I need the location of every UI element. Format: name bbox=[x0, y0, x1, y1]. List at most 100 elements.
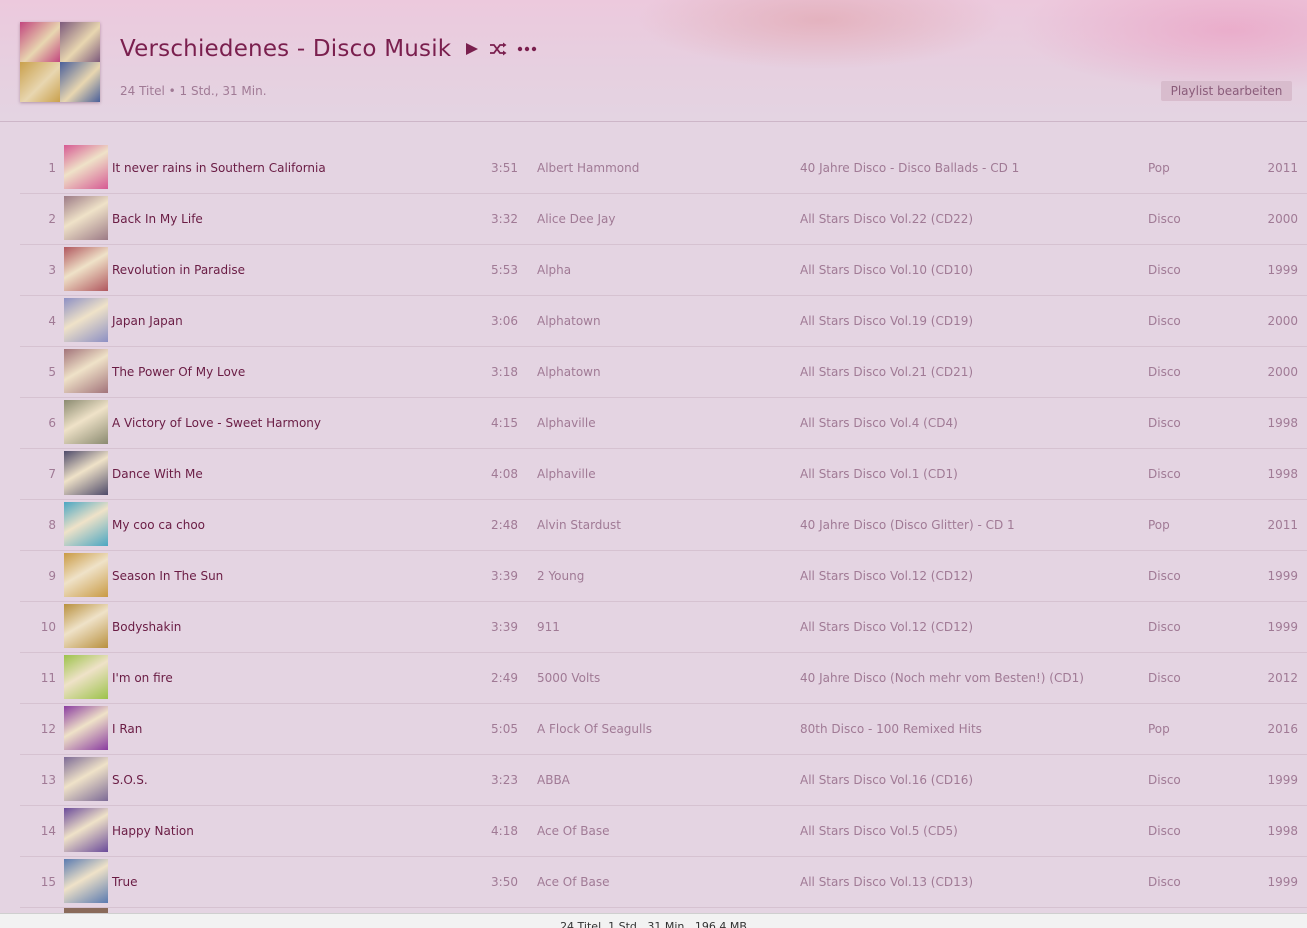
more-icon[interactable] bbox=[517, 46, 537, 52]
track-duration: 3:06 bbox=[491, 314, 518, 328]
track-album[interactable]: 80th Disco - 100 Remixed Hits bbox=[800, 722, 982, 736]
track-artist[interactable]: Alphaville bbox=[537, 467, 596, 481]
track-title[interactable]: I Ran bbox=[112, 722, 142, 736]
album-art-thumbnail bbox=[64, 247, 108, 291]
table-row[interactable]: 6 A Victory of Love - Sweet Harmony 4:15 Al… bbox=[20, 398, 1307, 449]
track-duration: 2:49 bbox=[491, 671, 518, 685]
table-row[interactable]: 14 Happy Nation 4:18 Ace Of Base All Stars D… bbox=[20, 806, 1307, 857]
table-row[interactable]: 5 The Power Of My Love 3:18 Alphatown All St… bbox=[20, 347, 1307, 398]
track-album[interactable]: All Stars Disco Vol.12 (CD12) bbox=[800, 620, 973, 634]
track-number: 12 bbox=[40, 722, 56, 736]
table-row[interactable]: 2 Back In My Life 3:32 Alice Dee Jay All Sta… bbox=[20, 194, 1307, 245]
table-row[interactable]: 10 Bodyshakin 3:39 911 All Stars Disco Vol.1… bbox=[20, 602, 1307, 653]
track-artist[interactable]: Alphatown bbox=[537, 365, 601, 379]
track-artist[interactable]: ABBA bbox=[537, 773, 570, 787]
album-art-thumbnail bbox=[64, 706, 108, 750]
track-artist[interactable]: 5000 Volts bbox=[537, 671, 600, 685]
track-year: 1999 bbox=[1267, 773, 1298, 787]
track-genre: Disco bbox=[1148, 467, 1181, 481]
table-row[interactable]: 1 It never rains in Southern California 3:… bbox=[20, 143, 1307, 194]
track-album[interactable]: 40 Jahre Disco (Disco Glitter) - CD 1 bbox=[800, 518, 1015, 532]
track-artist[interactable]: Alphatown bbox=[537, 314, 601, 328]
table-row[interactable]: 7 Dance With Me 4:08 Alphaville All Stars Di… bbox=[20, 449, 1307, 500]
track-title[interactable]: It never rains in Southern California bbox=[112, 161, 326, 175]
track-album[interactable]: 40 Jahre Disco (Noch mehr vom Besten!) (… bbox=[800, 671, 1084, 685]
track-genre: Pop bbox=[1148, 722, 1170, 736]
track-duration: 3:39 bbox=[491, 569, 518, 583]
track-genre: Pop bbox=[1148, 161, 1170, 175]
track-genre: Disco bbox=[1148, 263, 1181, 277]
table-row[interactable]: 12 I Ran 5:05 A Flock Of Seagulls 80th Disco… bbox=[20, 704, 1307, 755]
track-number: 2 bbox=[48, 212, 56, 226]
track-duration: 3:23 bbox=[491, 773, 518, 787]
track-duration: 5:53 bbox=[491, 263, 518, 277]
album-art-thumbnail bbox=[64, 502, 108, 546]
track-duration: 3:51 bbox=[491, 161, 518, 175]
track-title[interactable]: A Victory of Love - Sweet Harmony bbox=[112, 416, 321, 430]
track-album[interactable]: All Stars Disco Vol.13 (CD13) bbox=[800, 875, 973, 889]
track-number: 11 bbox=[40, 671, 56, 685]
track-number: 3 bbox=[48, 263, 56, 277]
track-title[interactable]: Happy Nation bbox=[112, 824, 194, 838]
table-row[interactable]: 11 I'm on fire 2:49 5000 Volts 40 Jahre Disc… bbox=[20, 653, 1307, 704]
status-bar: 24 Titel, 1 Std., 31 Min., 196,4 MB bbox=[0, 913, 1307, 928]
track-artist[interactable]: 911 bbox=[537, 620, 560, 634]
track-year: 1999 bbox=[1267, 569, 1298, 583]
track-number: 10 bbox=[40, 620, 56, 634]
track-artist[interactable]: Alphaville bbox=[537, 416, 596, 430]
album-art-thumbnail bbox=[64, 604, 108, 648]
track-album[interactable]: All Stars Disco Vol.16 (CD16) bbox=[800, 773, 973, 787]
album-art-thumbnail bbox=[64, 298, 108, 342]
track-genre: Disco bbox=[1148, 569, 1181, 583]
track-genre: Disco bbox=[1148, 212, 1181, 226]
track-artist[interactable]: Ace Of Base bbox=[537, 875, 610, 889]
track-artist[interactable]: Alice Dee Jay bbox=[537, 212, 616, 226]
album-art-thumbnail bbox=[64, 859, 108, 903]
track-album[interactable]: All Stars Disco Vol.22 (CD22) bbox=[800, 212, 973, 226]
play-icon[interactable] bbox=[465, 42, 479, 56]
table-row[interactable]: 9 Season In The Sun 3:39 2 Young All Stars D… bbox=[20, 551, 1307, 602]
table-row[interactable]: 13 S.O.S. 3:23 ABBA All Stars Disco Vol.16 (… bbox=[20, 755, 1307, 806]
track-year: 1999 bbox=[1267, 875, 1298, 889]
table-row[interactable]: 3 Revolution in Paradise 5:53 Alpha All Star… bbox=[20, 245, 1307, 296]
album-art-thumbnail bbox=[64, 349, 108, 393]
track-number: 14 bbox=[40, 824, 56, 838]
track-album[interactable]: All Stars Disco Vol.19 (CD19) bbox=[800, 314, 973, 328]
track-artist[interactable]: Alvin Stardust bbox=[537, 518, 621, 532]
table-row[interactable]: 8 My coo ca choo 2:48 Alvin Stardust 40 Jahr… bbox=[20, 500, 1307, 551]
table-row[interactable]: 15 True 3:50 Ace Of Base All Stars Disco Vol… bbox=[20, 857, 1307, 908]
track-title[interactable]: Dance With Me bbox=[112, 467, 203, 481]
track-album[interactable]: 40 Jahre Disco - Disco Ballads - CD 1 bbox=[800, 161, 1019, 175]
track-album[interactable]: All Stars Disco Vol.4 (CD4) bbox=[800, 416, 958, 430]
track-artist[interactable]: Ace Of Base bbox=[537, 824, 610, 838]
table-row[interactable]: 4 Japan Japan 3:06 Alphatown All Stars Disco… bbox=[20, 296, 1307, 347]
track-artist[interactable]: A Flock Of Seagulls bbox=[537, 722, 652, 736]
track-album[interactable]: All Stars Disco Vol.1 (CD1) bbox=[800, 467, 958, 481]
track-title[interactable]: Back In My Life bbox=[112, 212, 203, 226]
track-artist[interactable]: Alpha bbox=[537, 263, 571, 277]
track-genre: Disco bbox=[1148, 671, 1181, 685]
track-artist[interactable]: Albert Hammond bbox=[537, 161, 639, 175]
track-title[interactable]: Japan Japan bbox=[112, 314, 183, 328]
track-album[interactable]: All Stars Disco Vol.5 (CD5) bbox=[800, 824, 958, 838]
track-title[interactable]: The Power Of My Love bbox=[112, 365, 245, 379]
track-number: 13 bbox=[40, 773, 56, 787]
track-number: 9 bbox=[48, 569, 56, 583]
track-title[interactable]: S.O.S. bbox=[112, 773, 148, 787]
track-title[interactable]: True bbox=[112, 875, 138, 889]
track-album[interactable]: All Stars Disco Vol.12 (CD12) bbox=[800, 569, 973, 583]
cover-tile bbox=[60, 22, 100, 62]
shuffle-icon[interactable] bbox=[489, 42, 507, 56]
track-title[interactable]: I'm on fire bbox=[112, 671, 173, 685]
track-title[interactable]: Revolution in Paradise bbox=[112, 263, 245, 277]
track-title[interactable]: My coo ca choo bbox=[112, 518, 205, 532]
album-art-thumbnail bbox=[64, 451, 108, 495]
track-artist[interactable]: 2 Young bbox=[537, 569, 584, 583]
track-genre: Disco bbox=[1148, 773, 1181, 787]
track-title[interactable]: Bodyshakin bbox=[112, 620, 181, 634]
edit-playlist-button[interactable]: Playlist bearbeiten bbox=[1161, 81, 1292, 101]
track-year: 1999 bbox=[1267, 263, 1298, 277]
track-album[interactable]: All Stars Disco Vol.10 (CD10) bbox=[800, 263, 973, 277]
track-album[interactable]: All Stars Disco Vol.21 (CD21) bbox=[800, 365, 973, 379]
track-title[interactable]: Season In The Sun bbox=[112, 569, 223, 583]
